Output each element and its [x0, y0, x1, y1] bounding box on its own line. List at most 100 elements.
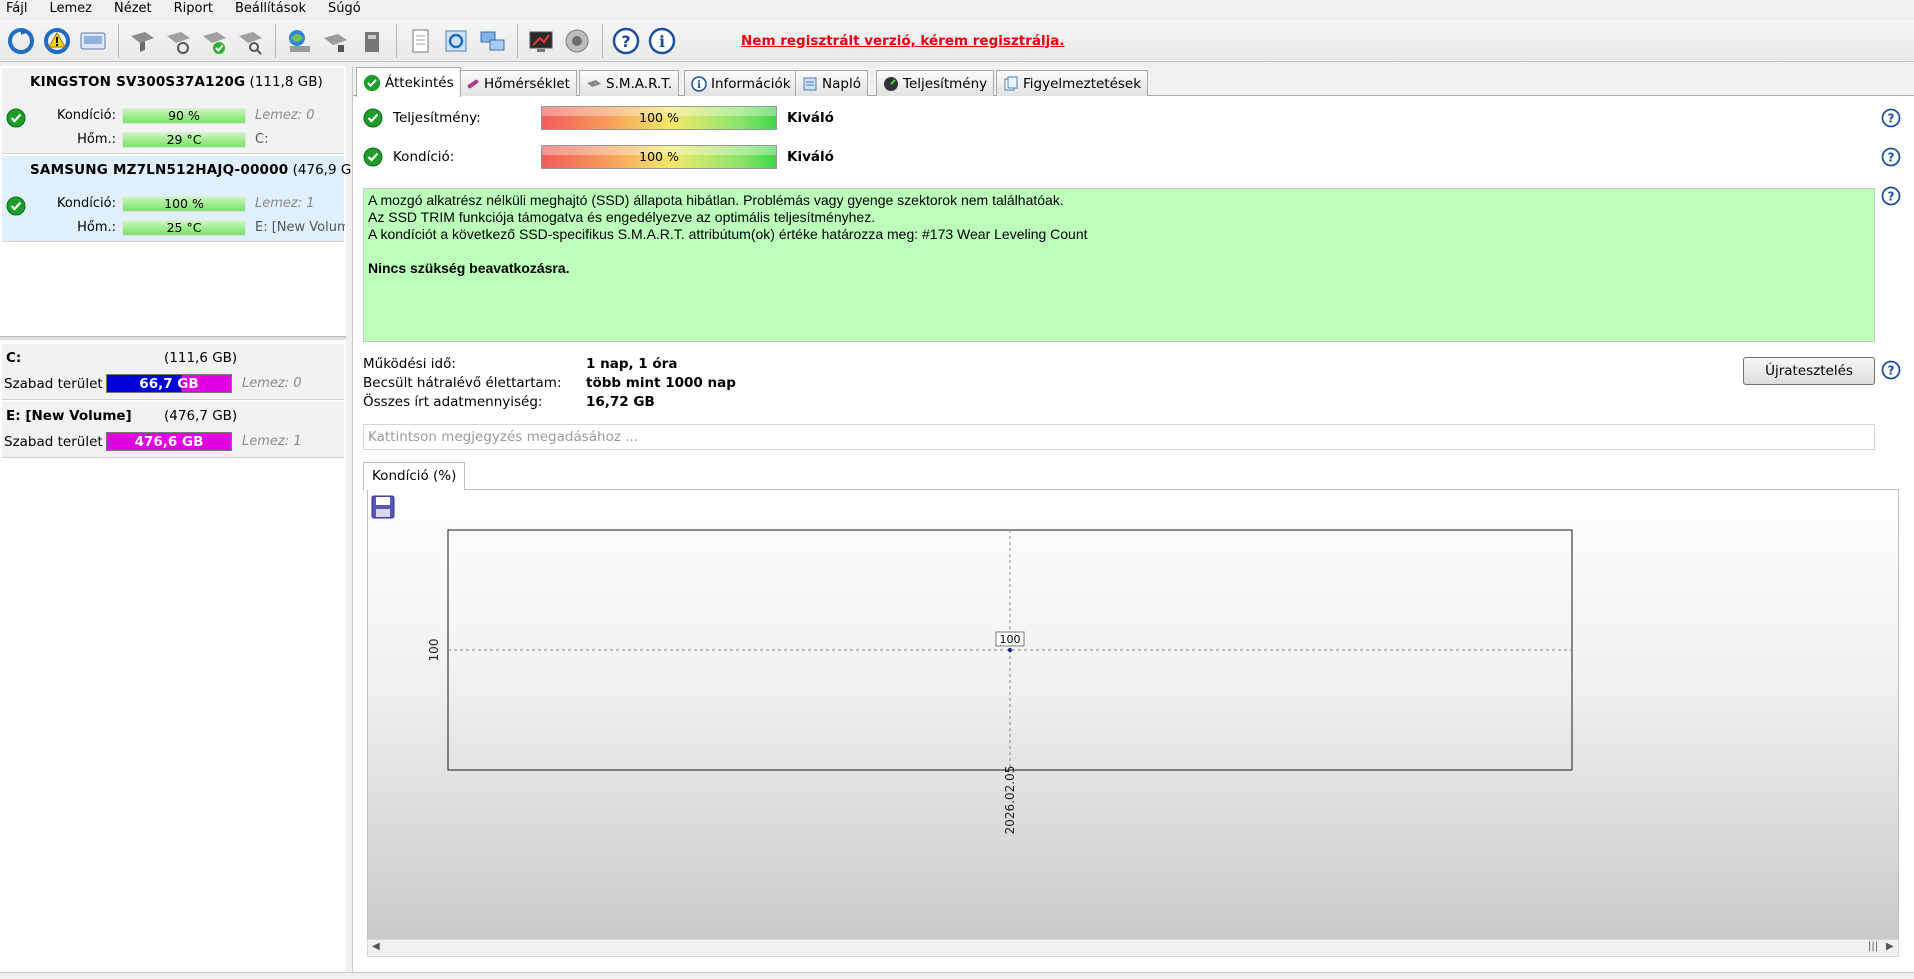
- tab-alerts[interactable]: Figyelmeztetések: [996, 70, 1149, 96]
- speaker-icon[interactable]: [560, 24, 594, 58]
- performance-label: Teljesítmény:: [393, 110, 481, 126]
- scroll-left-icon[interactable]: ◀: [372, 941, 380, 952]
- panel-splitter[interactable]: [0, 336, 346, 340]
- usb-drive-icon[interactable]: [354, 24, 388, 58]
- help-icon[interactable]: ?: [1881, 360, 1901, 380]
- tab-performance[interactable]: Teljesítmény: [876, 70, 995, 96]
- scroll-grip-icon[interactable]: |||: [1868, 941, 1878, 952]
- condition-label: Kondíció:: [393, 149, 455, 165]
- chart-panel: 100 2026.02.05 100: [367, 489, 1899, 945]
- free-space-bar: 66,7 GB: [106, 374, 232, 393]
- status-line: A kondíciót a következő SSD-specifikus S…: [368, 226, 1088, 242]
- refresh-icon[interactable]: [4, 24, 38, 58]
- temperature-bar: 29 °C: [122, 132, 246, 148]
- right-panel: Áttekintés Hőmérséklet S.M.A.R.T. i Info…: [352, 66, 1914, 979]
- toolbar-separator: [517, 23, 518, 58]
- data-label: 100: [1000, 633, 1021, 646]
- tab-bar: Áttekintés Hőmérséklet S.M.A.R.T. i Info…: [353, 66, 1914, 97]
- status-line: Az SSD TRIM funkciója támogatva és enged…: [368, 209, 876, 225]
- menu-file[interactable]: Fájl: [6, 1, 27, 17]
- uptime-value: 1 nap, 1 óra: [586, 356, 678, 372]
- free-space-bar: 476,6 GB: [106, 432, 232, 451]
- help-icon[interactable]: ?: [1881, 108, 1901, 128]
- drive-letter: E: [New Volume]: [255, 220, 345, 235]
- check-ok-icon: [363, 147, 383, 167]
- status-line: A mozgó alkatrész nélküli meghajtó (SSD)…: [368, 192, 1064, 208]
- help-icon[interactable]: ?: [1881, 147, 1901, 167]
- disk-gray-icon[interactable]: [125, 24, 159, 58]
- lifetime-label: Becsült hátralévő élettartam:: [363, 375, 562, 391]
- y-tick-label: 100: [427, 639, 441, 662]
- toolbar-separator: [602, 23, 603, 58]
- report-icon[interactable]: [403, 24, 437, 58]
- tab-log[interactable]: Napló: [795, 70, 868, 96]
- retest-button[interactable]: Újratesztelés: [1743, 357, 1875, 385]
- network-disk-icon[interactable]: [282, 24, 316, 58]
- monitor-icon[interactable]: [524, 24, 558, 58]
- condition-value: 100 %: [639, 149, 679, 164]
- refresh-warning-icon[interactable]: [40, 24, 74, 58]
- toolbar-separator: [118, 23, 119, 58]
- info-icon: i: [691, 75, 707, 92]
- condition-bar: 90 %: [122, 108, 246, 124]
- registration-link[interactable]: Nem regisztrált verzió, kérem regisztrál…: [741, 33, 1065, 49]
- condition-bar: 100 %: [541, 145, 777, 169]
- svg-text:?: ?: [621, 32, 630, 51]
- thermometer-icon: [467, 79, 479, 88]
- menu-report[interactable]: Riport: [174, 1, 213, 17]
- tab-information[interactable]: i Információk: [684, 70, 798, 96]
- status-description: A mozgó alkatrész nélküli meghajtó (SSD)…: [363, 188, 1875, 342]
- network-icon[interactable]: [475, 24, 509, 58]
- disk-size: (111,8 GB): [249, 74, 323, 90]
- tab-label: Hőmérséklet: [484, 75, 570, 92]
- tab-label: Teljesítmény: [903, 75, 988, 92]
- log-icon: [803, 77, 817, 90]
- status-bar: [0, 972, 1914, 979]
- scroll-right-icon[interactable]: ▶: [1886, 941, 1894, 952]
- left-panel: KINGSTON SV300S37A120G (111,8 GB) Kondíc…: [0, 66, 366, 979]
- volume-card[interactable]: E: [New Volume] (476,7 GB) Szabad terüle…: [2, 402, 344, 458]
- performance-value: 100 %: [639, 110, 679, 125]
- disk-card[interactable]: SAMSUNG MZ7LN512HAJQ-00000 (476,9 GB) Ko…: [2, 156, 366, 242]
- document-icon: [1004, 76, 1018, 90]
- chart-tab-condition[interactable]: Kondíció (%): [363, 462, 466, 490]
- svg-text:i: i: [659, 32, 665, 51]
- check-ok-icon: [363, 74, 381, 91]
- disk-title: KINGSTON SV300S37A120G (111,8 GB): [30, 74, 323, 90]
- help-icon[interactable]: ?: [1881, 186, 1901, 206]
- menu-help[interactable]: Súgó: [328, 1, 361, 17]
- smart-disk-icon: [587, 79, 601, 87]
- info-icon[interactable]: i: [645, 24, 679, 58]
- check-ok-icon: [6, 108, 26, 128]
- temperature-label: Hőm.:: [77, 220, 116, 235]
- svg-text:i: i: [697, 80, 701, 91]
- volume-card[interactable]: C: (111,6 GB) Szabad terület 66,7 GB Lem…: [2, 344, 344, 400]
- disk-gear-icon[interactable]: [161, 24, 195, 58]
- x-tick-label: 2026.02.05: [1003, 766, 1017, 835]
- condition-chart: 100 2026.02.05 100: [427, 529, 1573, 835]
- note-input[interactable]: Kattintson megjegyzés megadásához ...: [363, 424, 1875, 450]
- menu-view[interactable]: Nézet: [114, 1, 152, 17]
- menu-bar: Fájl Lemez Nézet Riport Beállítások Súgó: [0, 0, 1914, 18]
- disk-plug-icon[interactable]: [318, 24, 352, 58]
- tab-smart[interactable]: S.M.A.R.T.: [579, 70, 680, 96]
- tab-temperature[interactable]: Hőmérséklet: [457, 70, 577, 96]
- help-icon[interactable]: ?: [609, 24, 643, 58]
- disk-search-icon[interactable]: [233, 24, 267, 58]
- disk-title: SAMSUNG MZ7LN512HAJQ-00000 (476,9 GB): [30, 162, 366, 178]
- menu-disk[interactable]: Lemez: [49, 1, 92, 17]
- free-space-value: 476,6 GB: [134, 434, 204, 450]
- disk-icon[interactable]: [76, 24, 110, 58]
- horizontal-scrollbar[interactable]: ◀ ||| ▶: [367, 939, 1899, 957]
- menu-settings[interactable]: Beállítások: [235, 1, 306, 17]
- tab-overview[interactable]: Áttekintés: [356, 67, 461, 97]
- disk-check-icon[interactable]: [197, 24, 231, 58]
- free-space-label: Szabad terület: [4, 434, 103, 450]
- volume-disk-index: Lemez: 0: [242, 376, 302, 391]
- sync-icon[interactable]: [439, 24, 473, 58]
- svg-text:?: ?: [1888, 190, 1895, 204]
- condition-label: Kondíció:: [56, 108, 116, 123]
- disk-card[interactable]: KINGSTON SV300S37A120G (111,8 GB) Kondíc…: [2, 68, 344, 154]
- check-ok-icon: [363, 108, 383, 128]
- save-icon[interactable]: [370, 494, 396, 520]
